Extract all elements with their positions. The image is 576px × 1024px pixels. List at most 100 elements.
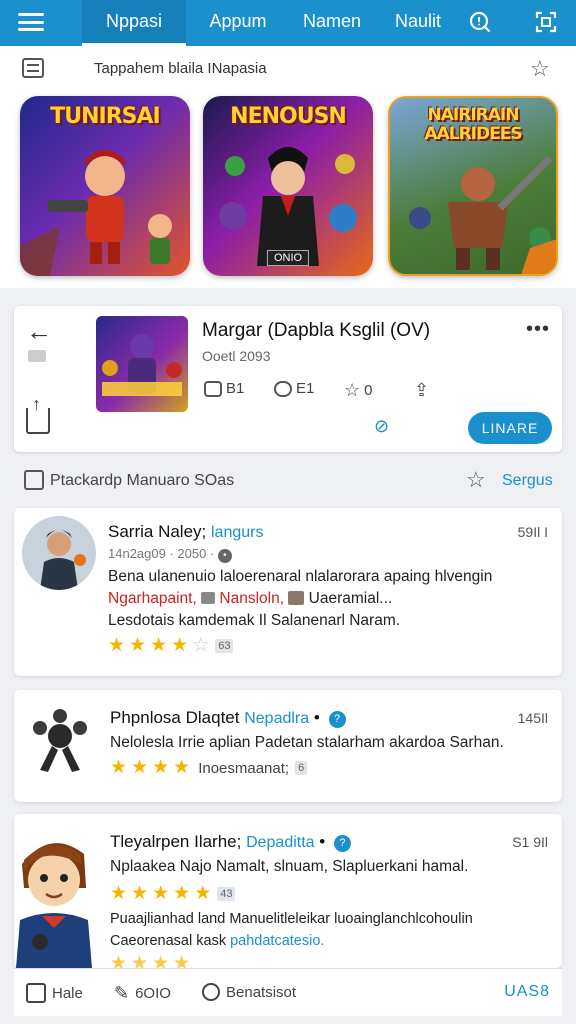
bottom-action-bar: Hale ✎ 6OIO Benatsisot UAS8: [14, 968, 562, 1016]
star-filled-icon: ★: [131, 757, 149, 778]
stat-messages-value: E1: [296, 380, 315, 397]
review-line-3: Lesdotais kamdemak Il Salanenarl Naram.: [108, 612, 401, 629]
reviewer-name[interactable]: Tleyalrpen Ilarhe; Depaditta • ?: [110, 832, 351, 852]
review-body: Nelolesla Irrie aplian Padetan stalarham…: [110, 732, 504, 754]
game-card-1[interactable]: TUNIRSAI: [20, 96, 190, 276]
top-nav-bar: Nppasi Appum Namen Naulit: [0, 0, 576, 46]
comment-icon: [204, 380, 222, 397]
star-filled-icon: ★: [110, 883, 128, 904]
stat-share[interactable]: ⇪: [414, 380, 429, 401]
review-body: Nplaakea Najo Namalt, slnuam, Slapluerka…: [110, 856, 468, 878]
expand-icon[interactable]: [534, 10, 558, 34]
rating-count: 63: [215, 639, 234, 653]
star-rating: ★ ★ ★ ★ ☆ 63: [108, 635, 234, 656]
review-body-extra: Puaajlianhad land Manuelitleleikar luoai…: [110, 908, 473, 952]
hero-illustration: [219, 147, 357, 266]
install-button[interactable]: LINARE: [468, 412, 552, 444]
review-time: S1 9Il: [512, 834, 548, 850]
list-icon[interactable]: [22, 58, 44, 78]
tab-nppasi[interactable]: Nppasi: [82, 0, 186, 46]
tab-namen[interactable]: Namen: [292, 0, 372, 46]
star-filled-icon: ★: [108, 635, 126, 656]
game-card-3[interactable]: NAIRIRAIN AALRIDEES: [388, 96, 558, 276]
star-icon[interactable]: ☆: [466, 467, 486, 493]
link-icon[interactable]: ⊘: [374, 416, 389, 437]
reviewer-tag: langurs: [211, 524, 264, 541]
review-line-4-text: Caeorenasal kask: [110, 933, 227, 949]
star-filled-icon: ★: [110, 757, 128, 778]
home-icon: [26, 983, 46, 1003]
avatar[interactable]: [22, 516, 96, 590]
game-title: Margar (Dapbla Ksglil (OV): [202, 320, 431, 341]
stat-comments[interactable]: B1: [204, 380, 244, 397]
reviews-header: Ptackardp Manuaro SOas ☆ Sergus: [0, 460, 576, 502]
star-filled-icon: ★: [194, 883, 212, 904]
review-line-1: Bena ulanenuio laloerenaral nlalarorara …: [108, 568, 493, 585]
review-meta-text: 14n2ag09 · 2050 ·: [108, 546, 215, 561]
share-icon[interactable]: [26, 394, 50, 434]
game-card-2[interactable]: NENOUSN ONIO: [203, 96, 373, 276]
game-date: Ooetl 2093: [202, 348, 271, 364]
star-filled-icon: ★: [173, 883, 191, 904]
reviewer-name-text: Tleyalrpen Ilarhe;: [110, 832, 242, 851]
star-filled-icon: ★: [173, 757, 191, 778]
back-arrow-icon[interactable]: ←: [26, 316, 52, 347]
reviewer-name[interactable]: Phpnlosa Dlaqtet Nepadlra • ?: [110, 708, 346, 728]
hero-illustration: [20, 150, 172, 276]
game-carousel: TUNIRSAI NENOUSN ONIO NAIRIRAIN AALRIDEE…: [0, 92, 576, 288]
avatar[interactable]: [22, 702, 98, 778]
verified-icon: ?: [328, 711, 346, 728]
pencil-icon: ✎: [114, 983, 130, 1003]
stat-messages[interactable]: E1: [274, 380, 314, 397]
menu-icon[interactable]: [18, 10, 44, 34]
rating-note: Inoesmaanat;: [198, 759, 290, 777]
like-icon: ☆: [344, 380, 361, 400]
star-filled-icon: ★: [150, 635, 168, 656]
reviewer-name[interactable]: Sarria Naley; langurs: [108, 522, 263, 542]
edit-icon[interactable]: [24, 470, 44, 490]
highlight-text: Nansloln,: [219, 590, 285, 607]
review-link-text[interactable]: pahdatcatesio.: [230, 933, 324, 949]
star-rating: ★ ★ ★ ★ ★ 43: [110, 883, 236, 904]
search-chat-icon[interactable]: [468, 10, 492, 34]
avatar[interactable]: [10, 824, 96, 968]
share-count-icon: ⇪: [414, 380, 430, 400]
chat-bubble-icon: [202, 983, 220, 1001]
more-options-icon[interactable]: •••: [526, 318, 550, 341]
review-time: 145Il: [517, 710, 548, 726]
stat-likes-value: 0: [364, 382, 373, 399]
highlight-text: Ngarhapaint,: [108, 590, 197, 607]
reviewer-name-text: Phpnlosa Dlaqtet: [110, 708, 240, 727]
avatar-art: [40, 530, 86, 590]
sort-link[interactable]: Sergus: [502, 472, 553, 490]
reviews-filter-label: Ptackardp Manuaro SOas: [50, 472, 235, 489]
home-button[interactable]: Hale: [26, 983, 83, 1003]
review-line-4: Caeorenasal kask pahdatcatesio.: [110, 930, 473, 952]
review-line-3: Puaajlianhad land Manuelitleleikar luoai…: [110, 911, 473, 927]
tab-appum[interactable]: Appum: [200, 0, 276, 46]
page-title: Tappahem blaila INapasia: [94, 60, 267, 77]
comment-button[interactable]: Benatsisot: [202, 983, 296, 1001]
review-card-2: Phpnlosa Dlaqtet Nepadlra • ? 145Il Nelo…: [14, 690, 562, 802]
review-card-1: Sarria Naley; langurs 59Il I 14n2ag09 · …: [14, 508, 562, 676]
bottom-action-link[interactable]: UAS8: [504, 983, 550, 1001]
edit-label: 6OIO: [135, 985, 171, 1002]
review-line-1: Nplaakea Najo Namalt, slnuam, Slapluerka…: [110, 858, 469, 875]
game-thumbnail[interactable]: [96, 316, 188, 412]
review-line-2: Ngarhapaint, Nansloln, Uaeramial...: [108, 588, 492, 610]
star-filled-icon: ★: [152, 883, 170, 904]
review-card-3: Tleyalrpen Ilarhe; Depaditta • ? S1 9Il …: [14, 814, 562, 974]
box-icon: [288, 591, 305, 605]
stat-likes[interactable]: ☆ 0: [344, 380, 372, 401]
rating-count: 6: [295, 761, 308, 775]
star-filled-icon: ★: [129, 635, 147, 656]
favorite-star-icon[interactable]: ☆: [530, 56, 550, 82]
thumbnail-art: [102, 334, 182, 396]
reviewer-name-text: Sarria Naley;: [108, 522, 207, 541]
edit-button[interactable]: ✎ 6OIO: [114, 983, 171, 1004]
review-line-1: Nelolesla Irrie aplian Padetan stalarham…: [110, 734, 504, 751]
clock-icon: •: [217, 549, 232, 563]
tab-naulit[interactable]: Naulit: [386, 0, 450, 46]
review-body: Bena ulanenuio laloerenaral nlalarorara …: [108, 566, 492, 632]
mini-icon: [28, 350, 46, 362]
